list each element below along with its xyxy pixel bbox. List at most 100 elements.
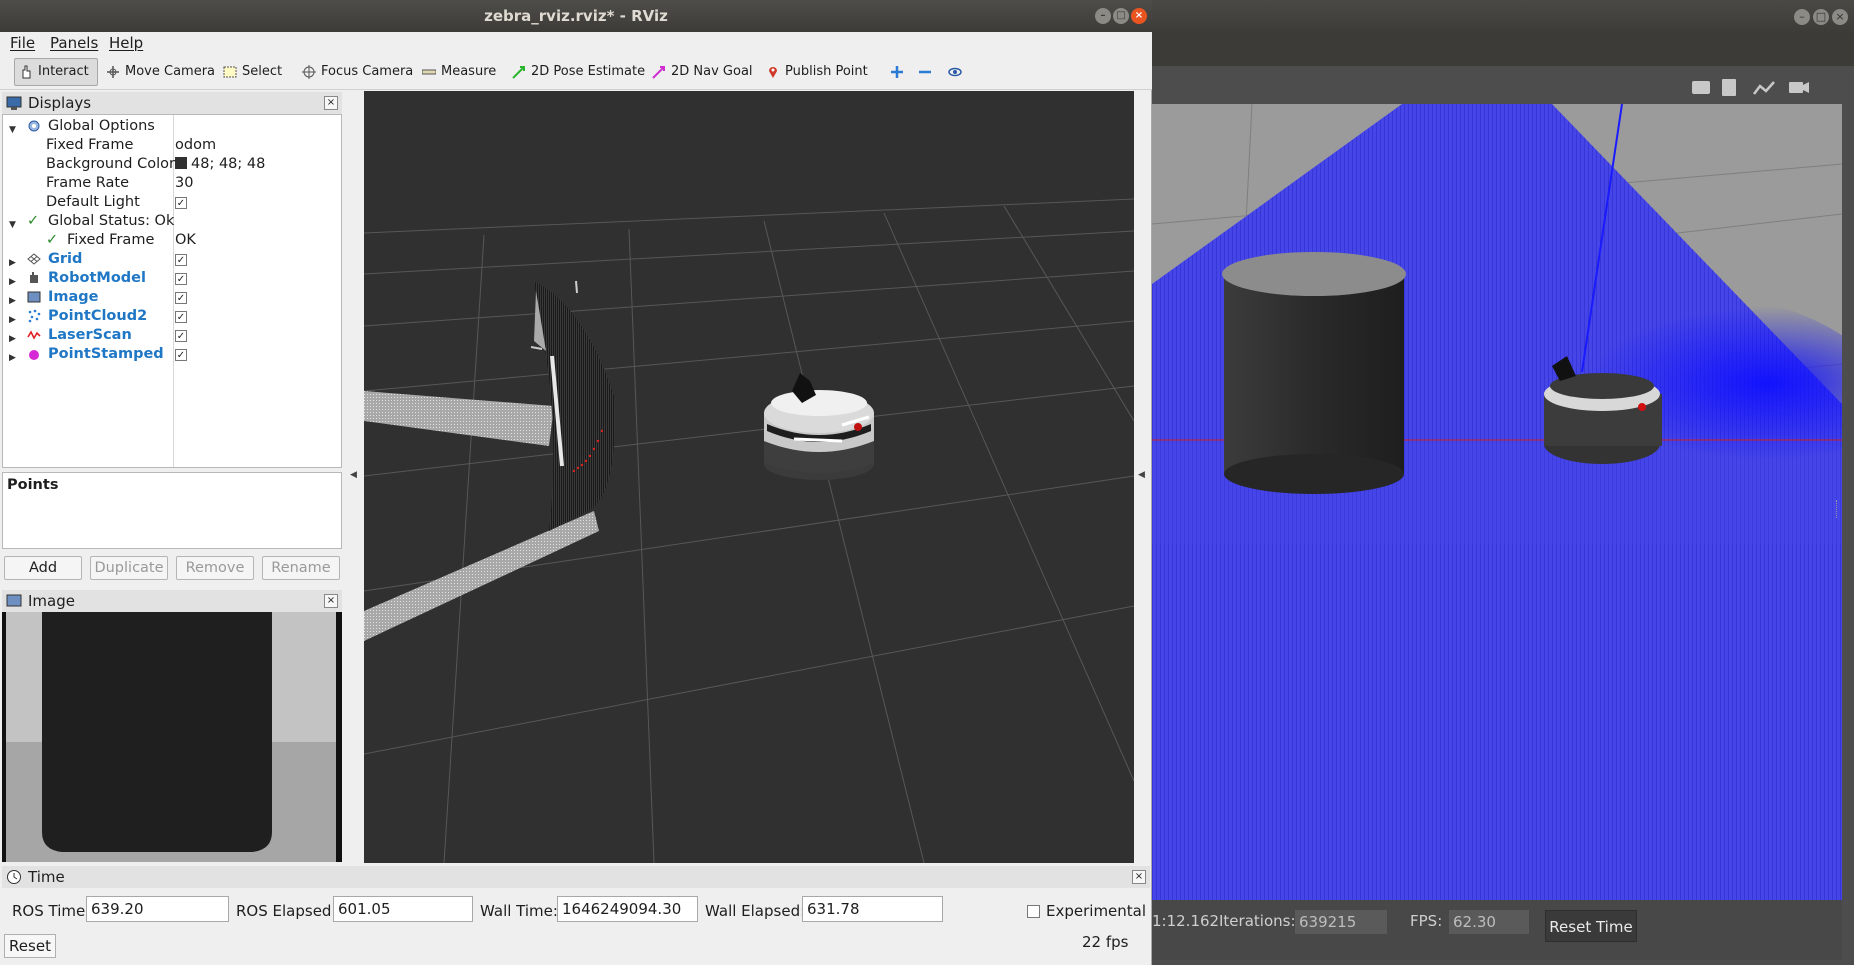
minimize-icon[interactable]: – xyxy=(1794,9,1810,25)
toolbar: Interact Move Camera Select Focus Camera… xyxy=(0,54,1152,90)
tree-row-pointcloud2[interactable]: ▶ PointCloud2 ✓ xyxy=(3,307,341,326)
tool-focus-camera[interactable]: Focus Camera xyxy=(298,58,417,86)
menu-panels[interactable]: Panels xyxy=(50,32,98,54)
global-options-label: Global Options xyxy=(48,118,155,134)
tool-2d-pose-estimate[interactable]: 2D Pose Estimate xyxy=(508,58,649,86)
left-splitter-handle[interactable]: ◀ xyxy=(350,470,357,480)
displays-tree: ▼ Global Options Fixed Frame odom Backgr… xyxy=(2,114,342,468)
maximize-icon[interactable]: □ xyxy=(1113,8,1129,24)
tool-select-label: Select xyxy=(242,64,283,79)
tool-2d-pose-estimate-label: 2D Pose Estimate xyxy=(531,64,646,79)
close-dock-icon[interactable]: × xyxy=(324,594,338,608)
checkmark-icon: ✓ xyxy=(46,232,59,248)
wall-time-field[interactable]: 1646249094.30 xyxy=(557,896,698,922)
tool-measure[interactable]: Measure xyxy=(418,58,500,86)
menu-help[interactable]: Help xyxy=(109,32,143,54)
remove-tool-button[interactable] xyxy=(914,58,936,86)
reset-time-button[interactable]: Reset Time xyxy=(1545,910,1637,942)
tree-row-background-color[interactable]: Background Color 48; 48; 48 xyxy=(3,155,341,174)
real-time-value: 1:12.162 xyxy=(1152,912,1220,930)
video-icon xyxy=(1789,82,1803,93)
remove-display-button[interactable]: Remove xyxy=(176,556,254,580)
background-color-key: Background Color xyxy=(46,156,175,172)
minus-icon xyxy=(919,70,931,74)
color-swatch[interactable] xyxy=(175,157,187,169)
display-pointcloud2-label: PointCloud2 xyxy=(48,308,148,324)
select-box-icon xyxy=(223,66,237,78)
point-icon xyxy=(29,350,39,360)
close-icon[interactable]: × xyxy=(1832,9,1848,25)
display-description-panel: Points xyxy=(2,472,342,549)
frame-rate-key: Frame Rate xyxy=(46,175,130,191)
collapse-arrow-icon[interactable]: ▶ xyxy=(9,349,16,368)
minimize-icon[interactable]: – xyxy=(1095,8,1111,24)
pointstamped-enable-checkbox[interactable]: ✓ xyxy=(175,349,187,361)
global-status-label: Global Status: Ok xyxy=(48,213,175,229)
image-dock-header: Image × xyxy=(2,590,342,612)
close-dock-icon[interactable]: × xyxy=(324,96,338,110)
tool-move-camera[interactable]: Move Camera xyxy=(102,58,219,86)
tool-2d-nav-goal[interactable]: 2D Nav Goal xyxy=(648,58,757,86)
experimental-label: Experimental xyxy=(1046,902,1147,920)
time-dock-header: Time × xyxy=(2,866,1150,888)
add-display-button[interactable]: Add xyxy=(4,556,82,580)
default-light-checkbox[interactable]: ✓ xyxy=(175,197,187,209)
tree-row-default-light[interactable]: Default Light ✓ xyxy=(3,193,341,212)
focus-camera-icon xyxy=(302,65,316,79)
gazebo-titlebar: – □ × xyxy=(1140,0,1854,34)
image-enable-checkbox[interactable]: ✓ xyxy=(175,292,187,304)
rename-display-button[interactable]: Rename xyxy=(262,556,340,580)
gazebo-splitter-handle[interactable] xyxy=(1836,500,1840,518)
laserscan-enable-checkbox[interactable]: ✓ xyxy=(175,330,187,342)
tool-select[interactable]: Select xyxy=(219,58,286,86)
tree-row-status-fixed-frame[interactable]: ✓ Fixed Frame OK xyxy=(3,231,341,250)
tree-row-grid[interactable]: ▶ Grid ✓ xyxy=(3,250,341,269)
pointcloud2-enable-checkbox[interactable]: ✓ xyxy=(175,311,187,323)
tree-row-global-status[interactable]: ▼ ✓ Global Status: Ok xyxy=(3,212,341,231)
camera-image-view xyxy=(2,612,342,862)
tree-row-image[interactable]: ▶ Image ✓ xyxy=(3,288,341,307)
ros-time-field[interactable]: 639.20 xyxy=(86,896,229,922)
reset-button[interactable]: Reset xyxy=(4,934,56,958)
image-icon xyxy=(27,291,41,303)
wall-elapsed-field[interactable]: 631.78 xyxy=(802,896,943,922)
display-robotmodel-label: RobotModel xyxy=(48,270,146,286)
tree-row-laserscan[interactable]: ▶ LaserScan ✓ xyxy=(3,326,341,345)
tool-publish-point[interactable]: Publish Point xyxy=(762,58,872,86)
grid-enable-checkbox[interactable]: ✓ xyxy=(175,254,187,266)
experimental-checkbox[interactable] xyxy=(1027,905,1040,918)
tree-row-robotmodel[interactable]: ▶ RobotModel ✓ xyxy=(3,269,341,288)
background-color-value[interactable]: 48; 48; 48 xyxy=(175,155,265,174)
fps-readout: 22 fps xyxy=(1082,933,1129,951)
tree-row-global-options[interactable]: ▼ Global Options xyxy=(3,117,341,136)
displays-dock-header: Displays × xyxy=(2,92,342,114)
image-panel-title: Image xyxy=(28,592,75,610)
tree-row-fixed-frame[interactable]: Fixed Frame odom xyxy=(3,136,341,155)
tool-move-camera-label: Move Camera xyxy=(125,64,216,79)
tool-interact[interactable]: Interact xyxy=(14,58,98,86)
rviz-3d-view[interactable] xyxy=(364,91,1134,863)
gazebo-3d-view[interactable] xyxy=(1152,104,1842,900)
tree-row-pointstamped[interactable]: ▶ PointStamped ✓ xyxy=(3,345,341,364)
fixed-frame-value[interactable]: odom xyxy=(175,136,216,155)
move-camera-icon xyxy=(107,66,119,78)
pink-arrow-icon xyxy=(652,66,665,79)
close-icon[interactable]: × xyxy=(1131,8,1147,24)
wall-time-label: Wall Time: xyxy=(480,902,558,920)
add-tool-button[interactable] xyxy=(886,58,908,86)
view-tool-button[interactable] xyxy=(944,58,966,86)
robotmodel-enable-checkbox[interactable]: ✓ xyxy=(175,273,187,285)
close-dock-icon[interactable]: × xyxy=(1132,870,1146,884)
display-grid-label: Grid xyxy=(48,251,83,267)
monitor-icon xyxy=(6,96,22,110)
display-pointstamped-label: PointStamped xyxy=(48,346,164,362)
right-splitter-handle[interactable]: ◀ xyxy=(1138,470,1145,480)
menu-file[interactable]: File xyxy=(10,32,35,54)
tree-row-frame-rate[interactable]: Frame Rate 30 xyxy=(3,174,341,193)
ros-elapsed-field[interactable]: 601.05 xyxy=(333,896,473,922)
frame-rate-value[interactable]: 30 xyxy=(175,174,193,193)
fps-field: 62.30 xyxy=(1449,910,1529,934)
green-arrow-icon xyxy=(512,66,525,79)
duplicate-display-button[interactable]: Duplicate xyxy=(90,556,168,580)
maximize-icon[interactable]: □ xyxy=(1813,9,1829,25)
